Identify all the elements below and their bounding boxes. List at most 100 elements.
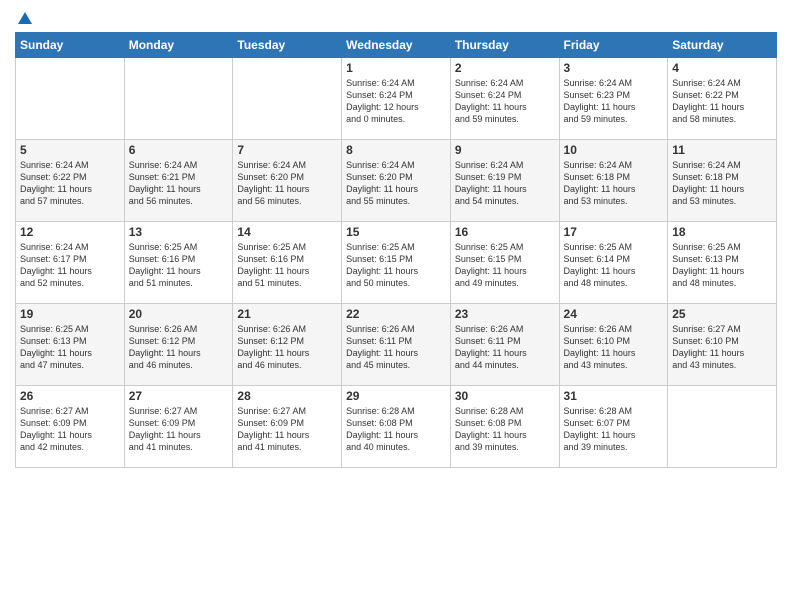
day-number: 3 [564, 61, 664, 75]
day-info: Sunrise: 6:26 AM Sunset: 6:12 PM Dayligh… [129, 323, 229, 372]
day-cell: 11 Sunrise: 6:24 AM Sunset: 6:18 PM Dayli… [668, 140, 777, 222]
weekday-monday: Monday [124, 33, 233, 58]
day-number: 22 [346, 307, 446, 321]
weekday-sunday: Sunday [16, 33, 125, 58]
week-row-1: 1 Sunrise: 6:24 AM Sunset: 6:24 PM Daylig… [16, 58, 777, 140]
day-info: Sunrise: 6:25 AM Sunset: 6:14 PM Dayligh… [564, 241, 664, 290]
logo [15, 10, 35, 24]
day-cell [124, 58, 233, 140]
day-number: 12 [20, 225, 120, 239]
day-cell: 31 Sunrise: 6:28 AM Sunset: 6:07 PM Dayli… [559, 386, 668, 468]
day-number: 5 [20, 143, 120, 157]
day-cell: 3 Sunrise: 6:24 AM Sunset: 6:23 PM Daylig… [559, 58, 668, 140]
day-cell: 24 Sunrise: 6:26 AM Sunset: 6:10 PM Dayli… [559, 304, 668, 386]
day-cell: 1 Sunrise: 6:24 AM Sunset: 6:24 PM Daylig… [342, 58, 451, 140]
day-cell: 14Sunrise: 6:25 AM Sunset: 6:16 PM Dayli… [233, 222, 342, 304]
day-cell [233, 58, 342, 140]
day-cell: 13 Sunrise: 6:25 AM Sunset: 6:16 PM Dayli… [124, 222, 233, 304]
week-row-4: 19Sunrise: 6:25 AM Sunset: 6:13 PM Dayli… [16, 304, 777, 386]
logo-icon [16, 10, 34, 28]
day-cell: 21 Sunrise: 6:26 AM Sunset: 6:12 PM Dayli… [233, 304, 342, 386]
day-cell: 5 Sunrise: 6:24 AM Sunset: 6:22 PM Daylig… [16, 140, 125, 222]
day-cell: 28 Sunrise: 6:27 AM Sunset: 6:09 PM Dayli… [233, 386, 342, 468]
day-info: Sunrise: 6:24 AM Sunset: 6:24 PM Dayligh… [455, 77, 555, 126]
day-info: Sunrise: 6:24 AM Sunset: 6:22 PM Dayligh… [672, 77, 772, 126]
day-cell [668, 386, 777, 468]
day-number: 30 [455, 389, 555, 403]
day-number: 7 [237, 143, 337, 157]
week-row-3: 12Sunrise: 6:24 AM Sunset: 6:17 PM Dayli… [16, 222, 777, 304]
day-info: Sunrise: 6:24 AM Sunset: 6:18 PM Dayligh… [564, 159, 664, 208]
header [15, 10, 777, 24]
day-info: Sunrise: 6:24 AM Sunset: 6:18 PM Dayligh… [672, 159, 772, 208]
day-number: 4 [672, 61, 772, 75]
day-info: Sunrise: 6:25 AM Sunset: 6:15 PM Dayligh… [455, 241, 555, 290]
day-number: 27 [129, 389, 229, 403]
day-cell: 25Sunrise: 6:27 AM Sunset: 6:10 PM Dayli… [668, 304, 777, 386]
day-cell: 7 Sunrise: 6:24 AM Sunset: 6:20 PM Daylig… [233, 140, 342, 222]
day-info: Sunrise: 6:27 AM Sunset: 6:09 PM Dayligh… [237, 405, 337, 454]
day-info: Sunrise: 6:24 AM Sunset: 6:19 PM Dayligh… [455, 159, 555, 208]
day-number: 21 [237, 307, 337, 321]
day-info: Sunrise: 6:26 AM Sunset: 6:11 PM Dayligh… [455, 323, 555, 372]
day-cell: 12Sunrise: 6:24 AM Sunset: 6:17 PM Dayli… [16, 222, 125, 304]
day-cell: 2Sunrise: 6:24 AM Sunset: 6:24 PM Daylig… [450, 58, 559, 140]
weekday-saturday: Saturday [668, 33, 777, 58]
day-cell: 29 Sunrise: 6:28 AM Sunset: 6:08 PM Dayli… [342, 386, 451, 468]
day-info: Sunrise: 6:28 AM Sunset: 6:07 PM Dayligh… [564, 405, 664, 454]
day-number: 31 [564, 389, 664, 403]
day-info: Sunrise: 6:25 AM Sunset: 6:16 PM Dayligh… [129, 241, 229, 290]
day-info: Sunrise: 6:24 AM Sunset: 6:22 PM Dayligh… [20, 159, 120, 208]
day-cell: 18 Sunrise: 6:25 AM Sunset: 6:13 PM Dayli… [668, 222, 777, 304]
day-number: 25 [672, 307, 772, 321]
day-number: 13 [129, 225, 229, 239]
day-info: Sunrise: 6:24 AM Sunset: 6:24 PM Dayligh… [346, 77, 446, 126]
day-number: 11 [672, 143, 772, 157]
day-cell: 8 Sunrise: 6:24 AM Sunset: 6:20 PM Daylig… [342, 140, 451, 222]
page: SundayMondayTuesdayWednesdayThursdayFrid… [0, 0, 792, 612]
day-cell: 19Sunrise: 6:25 AM Sunset: 6:13 PM Dayli… [16, 304, 125, 386]
day-info: Sunrise: 6:24 AM Sunset: 6:23 PM Dayligh… [564, 77, 664, 126]
day-number: 8 [346, 143, 446, 157]
day-info: Sunrise: 6:24 AM Sunset: 6:20 PM Dayligh… [237, 159, 337, 208]
day-number: 29 [346, 389, 446, 403]
day-cell: 23 Sunrise: 6:26 AM Sunset: 6:11 PM Dayli… [450, 304, 559, 386]
day-info: Sunrise: 6:26 AM Sunset: 6:12 PM Dayligh… [237, 323, 337, 372]
day-number: 18 [672, 225, 772, 239]
day-info: Sunrise: 6:25 AM Sunset: 6:13 PM Dayligh… [672, 241, 772, 290]
day-number: 19 [20, 307, 120, 321]
weekday-friday: Friday [559, 33, 668, 58]
day-number: 17 [564, 225, 664, 239]
day-info: Sunrise: 6:26 AM Sunset: 6:10 PM Dayligh… [564, 323, 664, 372]
day-info: Sunrise: 6:25 AM Sunset: 6:16 PM Dayligh… [237, 241, 337, 290]
week-row-5: 26Sunrise: 6:27 AM Sunset: 6:09 PM Dayli… [16, 386, 777, 468]
day-info: Sunrise: 6:24 AM Sunset: 6:20 PM Dayligh… [346, 159, 446, 208]
day-cell: 15Sunrise: 6:25 AM Sunset: 6:15 PM Dayli… [342, 222, 451, 304]
day-cell: 9 Sunrise: 6:24 AM Sunset: 6:19 PM Daylig… [450, 140, 559, 222]
weekday-header-row: SundayMondayTuesdayWednesdayThursdayFrid… [16, 33, 777, 58]
day-cell: 22 Sunrise: 6:26 AM Sunset: 6:11 PM Dayli… [342, 304, 451, 386]
day-cell [16, 58, 125, 140]
week-row-2: 5 Sunrise: 6:24 AM Sunset: 6:22 PM Daylig… [16, 140, 777, 222]
day-number: 24 [564, 307, 664, 321]
day-cell: 30 Sunrise: 6:28 AM Sunset: 6:08 PM Dayli… [450, 386, 559, 468]
day-number: 6 [129, 143, 229, 157]
day-info: Sunrise: 6:28 AM Sunset: 6:08 PM Dayligh… [346, 405, 446, 454]
day-number: 28 [237, 389, 337, 403]
day-cell: 20Sunrise: 6:26 AM Sunset: 6:12 PM Dayli… [124, 304, 233, 386]
day-cell: 4 Sunrise: 6:24 AM Sunset: 6:22 PM Daylig… [668, 58, 777, 140]
day-cell: 10Sunrise: 6:24 AM Sunset: 6:18 PM Dayli… [559, 140, 668, 222]
day-number: 9 [455, 143, 555, 157]
day-cell: 16 Sunrise: 6:25 AM Sunset: 6:15 PM Dayli… [450, 222, 559, 304]
day-info: Sunrise: 6:28 AM Sunset: 6:08 PM Dayligh… [455, 405, 555, 454]
day-info: Sunrise: 6:27 AM Sunset: 6:09 PM Dayligh… [129, 405, 229, 454]
day-cell: 26Sunrise: 6:27 AM Sunset: 6:09 PM Dayli… [16, 386, 125, 468]
day-info: Sunrise: 6:26 AM Sunset: 6:11 PM Dayligh… [346, 323, 446, 372]
calendar-table: SundayMondayTuesdayWednesdayThursdayFrid… [15, 32, 777, 468]
day-info: Sunrise: 6:24 AM Sunset: 6:21 PM Dayligh… [129, 159, 229, 208]
day-number: 23 [455, 307, 555, 321]
day-cell: 27 Sunrise: 6:27 AM Sunset: 6:09 PM Dayli… [124, 386, 233, 468]
day-number: 1 [346, 61, 446, 75]
day-number: 16 [455, 225, 555, 239]
day-info: Sunrise: 6:25 AM Sunset: 6:15 PM Dayligh… [346, 241, 446, 290]
